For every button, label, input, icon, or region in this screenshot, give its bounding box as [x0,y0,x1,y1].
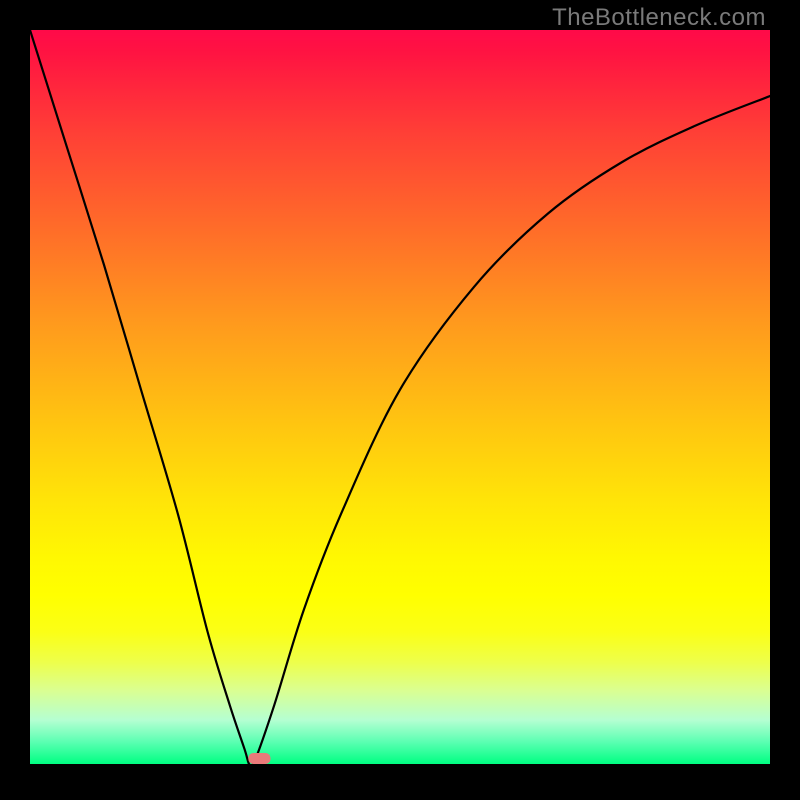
bottleneck-curve [30,30,770,764]
chart-container: TheBottleneck.com [0,0,800,800]
min-marker [248,753,270,764]
plot-svg [30,30,770,764]
plot-area [30,30,770,764]
credits-text: TheBottleneck.com [552,4,766,32]
